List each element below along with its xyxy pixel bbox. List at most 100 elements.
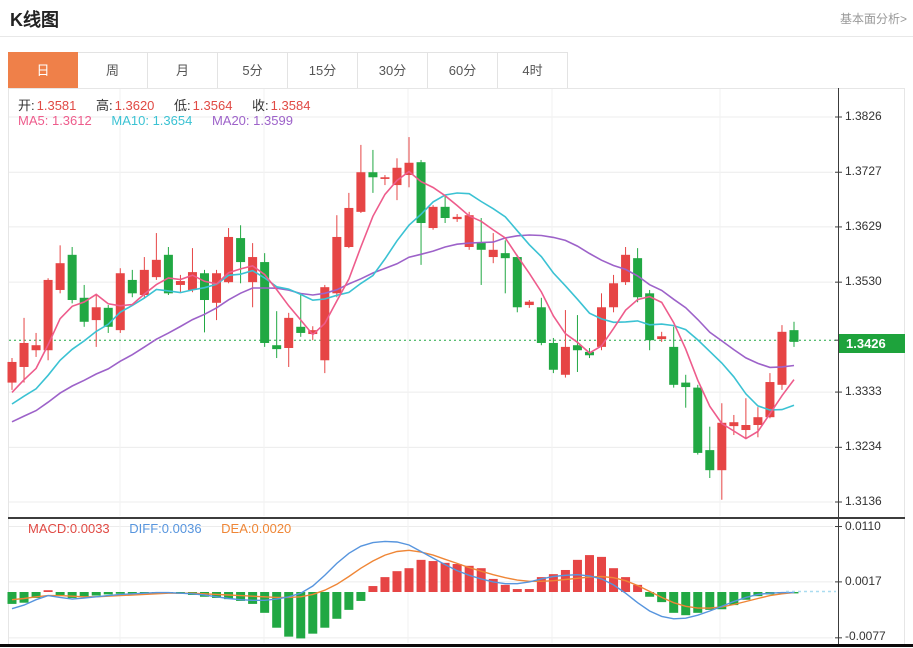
macd-label: MACD: xyxy=(28,521,70,536)
y-axis-line xyxy=(838,88,839,644)
open-value: 1.3581 xyxy=(37,98,77,113)
macd-hist-bar xyxy=(585,555,594,592)
candle-body xyxy=(693,388,702,453)
macd-hist-bar xyxy=(116,592,125,594)
candle-body xyxy=(645,293,654,340)
macd-hist-bar xyxy=(609,568,618,592)
candle-body xyxy=(441,207,450,218)
current-price-badge: 1.3426 xyxy=(839,334,905,353)
macd-hist-bar xyxy=(417,560,426,592)
macd-hist-bar xyxy=(296,592,305,638)
macd-hist-bar xyxy=(56,592,65,595)
low-label: 低: xyxy=(174,98,191,113)
candle-body xyxy=(453,217,462,219)
candle-body xyxy=(68,255,77,300)
candle-body xyxy=(272,345,281,349)
macd-hist-bar xyxy=(441,563,450,592)
macd-hist-bar xyxy=(429,561,438,592)
high-label: 高: xyxy=(96,98,113,113)
candle-body xyxy=(753,417,762,425)
candle-body xyxy=(717,423,726,470)
candle-body xyxy=(681,383,690,387)
panel-divider xyxy=(8,517,905,519)
macd-hist-bar xyxy=(68,592,77,598)
candle-body xyxy=(513,257,522,307)
macd-hist-bar xyxy=(513,589,522,592)
dea-value: 0.0020 xyxy=(252,521,292,536)
macd-hist-bar xyxy=(380,577,389,592)
macd-hist-bar xyxy=(248,592,257,604)
close-label: 收: xyxy=(252,98,269,113)
macd-legend: MACD:0.0033 DIFF:0.0036 DEA:0.0020 xyxy=(28,521,291,536)
candle-body xyxy=(296,327,305,333)
candle-body xyxy=(164,255,173,294)
macd-hist-bar xyxy=(308,592,317,634)
ma20-label: MA20: xyxy=(212,113,250,128)
candle-body xyxy=(32,345,41,350)
macd-hist-bar xyxy=(320,592,329,628)
candle-body xyxy=(152,260,161,277)
candle-body xyxy=(176,281,185,285)
candle-body xyxy=(8,362,17,383)
macd-hist-bar xyxy=(525,589,534,592)
candle-body xyxy=(501,253,510,258)
candle-body xyxy=(729,422,738,426)
candle-body xyxy=(790,330,799,342)
candle-body xyxy=(489,250,498,257)
macd-hist-bar xyxy=(368,586,377,592)
macd-hist-bar xyxy=(104,592,113,594)
price-axis-tick: 1.3333 xyxy=(845,384,882,398)
ma5-line xyxy=(12,172,794,439)
macd-hist-bar xyxy=(8,592,17,604)
macd-hist-bar xyxy=(356,592,365,601)
macd-axis-tick: -0.0077 xyxy=(845,629,886,643)
macd-hist-bar xyxy=(284,592,293,637)
high-value: 1.3620 xyxy=(115,98,155,113)
candle-body xyxy=(380,177,389,179)
candle-body xyxy=(429,207,438,228)
candle-body xyxy=(116,273,125,330)
macd-hist-bar xyxy=(44,590,53,592)
macd-hist-bar xyxy=(465,566,474,592)
macd-hist-bar xyxy=(260,592,269,613)
macd-hist-bar xyxy=(453,564,462,592)
candle-body xyxy=(561,347,570,375)
ma20-value: 1.3599 xyxy=(253,113,293,128)
chart-bottom-scrollbar[interactable] xyxy=(0,644,913,647)
macd-hist-bar xyxy=(597,557,606,592)
open-label: 开: xyxy=(18,98,35,113)
close-value: 1.3584 xyxy=(271,98,311,113)
candle-body xyxy=(525,302,534,305)
ma10-label: MA10: xyxy=(111,113,149,128)
price-axis-tick: 1.3136 xyxy=(845,494,882,508)
price-axis-tick: 1.3234 xyxy=(845,439,882,453)
candle-body xyxy=(332,237,341,293)
candle-body xyxy=(344,208,353,247)
macd-axis-tick: 0.0017 xyxy=(845,574,882,588)
candle-body xyxy=(669,347,678,385)
candle-body xyxy=(92,307,101,320)
ma10-value: 1.3654 xyxy=(153,113,193,128)
diff-label: DIFF: xyxy=(129,521,162,536)
candle-body xyxy=(212,273,221,303)
candle-body xyxy=(777,332,786,385)
price-axis-tick: 1.3727 xyxy=(845,164,882,178)
candle-body xyxy=(248,257,257,282)
macd-hist-bar xyxy=(332,592,341,619)
price-axis-tick: 1.3826 xyxy=(845,109,882,123)
candle-body xyxy=(128,280,137,293)
candle-body xyxy=(705,450,714,470)
ma5-label: MA5: xyxy=(18,113,48,128)
diff-value: 0.0036 xyxy=(162,521,202,536)
candle-body xyxy=(284,318,293,348)
macd-hist-bar xyxy=(681,592,690,615)
macd-value: 0.0033 xyxy=(70,521,110,536)
candle-body xyxy=(741,425,750,430)
ma5-value: 1.3612 xyxy=(52,113,92,128)
macd-hist-bar xyxy=(392,571,401,592)
price-axis-tick: 1.3530 xyxy=(845,274,882,288)
candle-body xyxy=(609,283,618,307)
macd-hist-bar xyxy=(573,560,582,592)
candle-body xyxy=(236,238,245,262)
dea-label: DEA: xyxy=(221,521,251,536)
